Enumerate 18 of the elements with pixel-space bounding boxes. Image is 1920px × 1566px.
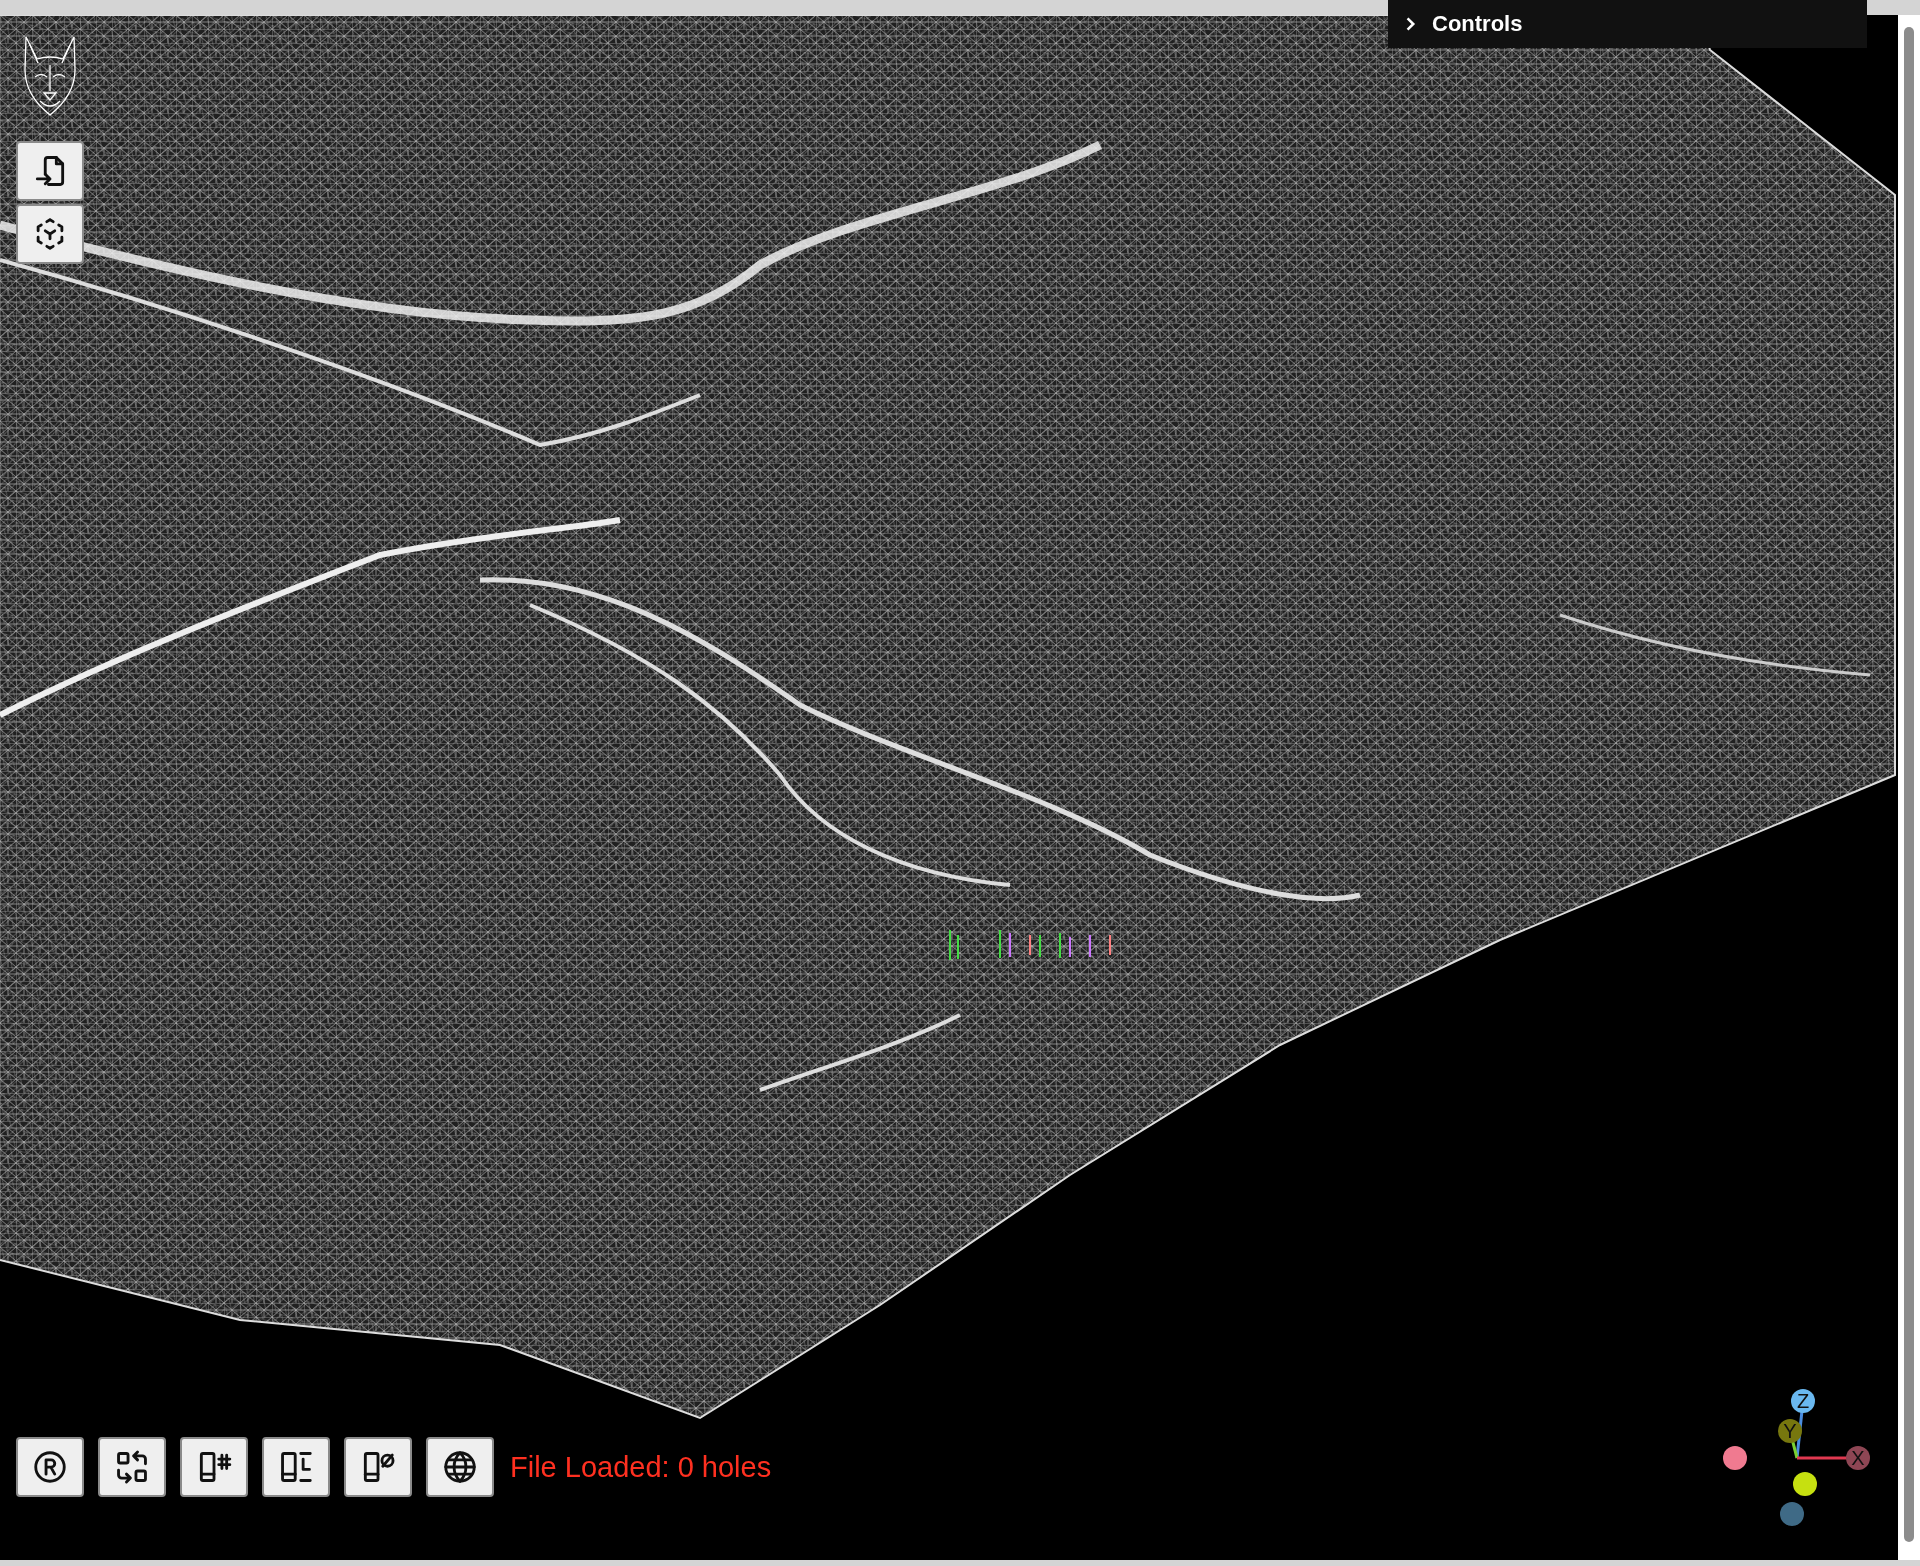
globe-button[interactable]: [426, 1437, 494, 1497]
axis-handle[interactable]: Z: [1791, 1389, 1815, 1413]
grid-lines-button[interactable]: [262, 1437, 330, 1497]
grid-hash-button[interactable]: [180, 1437, 248, 1497]
swap-button[interactable]: [98, 1437, 166, 1497]
axis-handle[interactable]: [1723, 1446, 1747, 1470]
scrollbar-thumb[interactable]: [1904, 27, 1914, 1542]
controls-panel-header[interactable]: Controls: [1388, 0, 1867, 48]
recenter-button[interactable]: [16, 204, 84, 264]
axis-handle[interactable]: [1780, 1502, 1804, 1526]
grid-off-button[interactable]: [344, 1437, 412, 1497]
axis-handle[interactable]: Y: [1778, 1419, 1802, 1443]
import-file-button[interactable]: [16, 141, 84, 201]
globe-icon: [441, 1448, 479, 1486]
status-message: File Loaded: 0 holes: [510, 1450, 772, 1484]
registered-mark-icon: [31, 1448, 69, 1486]
registered-button[interactable]: [16, 1437, 84, 1497]
axis-handle[interactable]: [1793, 1472, 1817, 1496]
